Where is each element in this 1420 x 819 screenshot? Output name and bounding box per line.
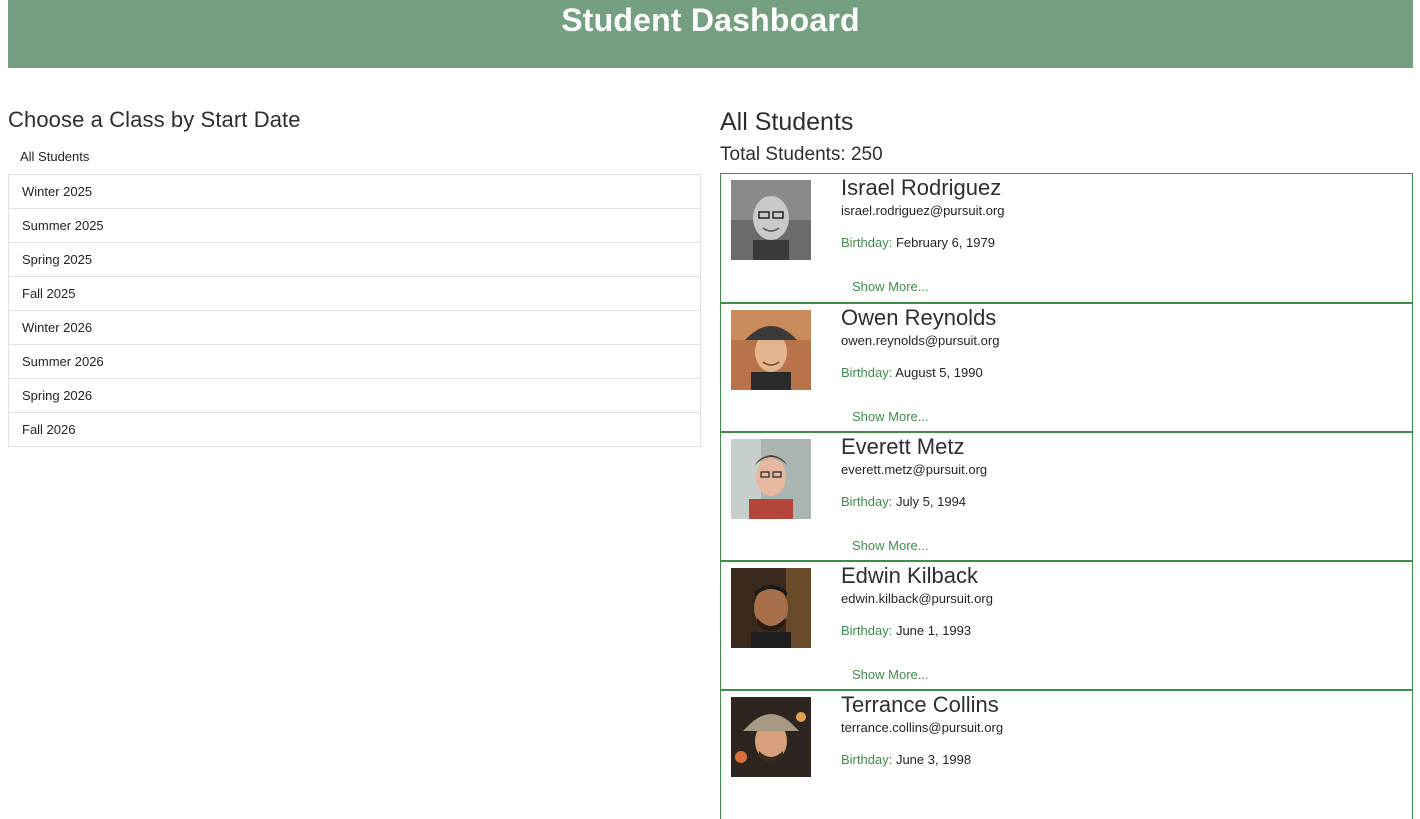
student-email: israel.rodriguez@pursuit.org [841,203,1005,218]
birthday-label: Birthday: [841,235,893,250]
student-name: Terrance Collins [841,692,999,717]
student-photo [731,697,811,777]
show-more-link[interactable]: Show More... [852,667,929,682]
student-name: Israel Rodriguez [841,175,1002,200]
class-item-summer-2026[interactable]: Summer 2026 [8,345,701,379]
student-info: Israel Rodriguez israel.rodriguez@pursui… [841,174,1005,251]
class-item-fall-2026[interactable]: Fall 2026 [8,413,701,447]
birthday-value: August 5, 1990 [895,365,983,380]
birthday-value: June 3, 1998 [895,752,972,767]
student-name: Owen Reynolds [841,305,997,330]
show-more-link[interactable]: Show More... [852,538,929,553]
student-birthday: Birthday: June 3, 1998 [841,752,1003,768]
show-more-link[interactable]: Show More... [852,409,929,424]
total-students-text: Total Students: 250 [720,144,883,165]
birthday-label: Birthday: [841,623,893,638]
dashboard-header: Student Dashboard [8,0,1413,68]
class-list: All Students Winter 2025 Summer 2025 Spr… [8,140,701,447]
student-email: edwin.kilback@pursuit.org [841,591,993,606]
student-email: owen.reynolds@pursuit.org [841,333,1000,348]
class-item-winter-2025[interactable]: Winter 2025 [8,175,701,209]
birthday-label: Birthday: [841,365,893,380]
class-item-spring-2026[interactable]: Spring 2026 [8,379,701,413]
birthday-label: Birthday: [841,752,893,767]
student-card: Terrance Collins terrance.collins@pursui… [720,689,1413,819]
class-item-fall-2025[interactable]: Fall 2025 [8,277,701,311]
class-item-spring-2025[interactable]: Spring 2025 [8,243,701,277]
student-card: Edwin Kilback edwin.kilback@pursuit.org … [720,560,1413,689]
birthday-value: February 6, 1979 [895,235,995,250]
student-info: Edwin Kilback edwin.kilback@pursuit.org … [841,562,993,639]
student-card: Israel Rodriguez israel.rodriguez@pursui… [720,173,1413,302]
class-selector-heading: Choose a Class by Start Date [8,107,301,132]
class-selector-panel: Choose a Class by Start Date All Student… [8,104,701,447]
student-birthday: Birthday: July 5, 1994 [841,494,987,510]
show-more-link[interactable]: Show More... [852,279,929,294]
student-name: Everett Metz [841,434,965,459]
student-name: Edwin Kilback [841,563,978,588]
student-photo [731,568,811,648]
student-birthday: Birthday: June 1, 1993 [841,623,993,639]
student-info: Everett Metz everett.metz@pursuit.org Bi… [841,433,987,510]
class-item-summer-2025[interactable]: Summer 2025 [8,209,701,243]
total-students: Total Students: 250 [720,138,1413,170]
page-title: Student Dashboard [561,2,860,38]
student-email: terrance.collins@pursuit.org [841,720,1004,735]
students-heading: All Students [720,108,854,136]
student-card: Owen Reynolds owen.reynolds@pursuit.org … [720,302,1413,431]
class-item-winter-2026[interactable]: Winter 2026 [8,311,701,345]
students-panel: All Students Total Students: 250 Israel … [720,106,1413,819]
birthday-value: July 5, 1994 [895,494,967,509]
student-card: Everett Metz everett.metz@pursuit.org Bi… [720,431,1413,560]
birthday-label: Birthday: [841,494,893,509]
student-card-list: Israel Rodriguez israel.rodriguez@pursui… [720,173,1413,819]
student-info: Owen Reynolds owen.reynolds@pursuit.org … [841,304,999,381]
class-item-all-students[interactable]: All Students [8,140,701,175]
student-email: everett.metz@pursuit.org [841,462,988,477]
student-birthday: Birthday: February 6, 1979 [841,235,1005,251]
birthday-value: June 1, 1993 [895,623,972,638]
student-photo [731,439,811,519]
student-birthday: Birthday: August 5, 1990 [841,365,999,381]
student-photo [731,180,811,260]
student-photo [731,310,811,390]
student-info: Terrance Collins terrance.collins@pursui… [841,691,1003,768]
